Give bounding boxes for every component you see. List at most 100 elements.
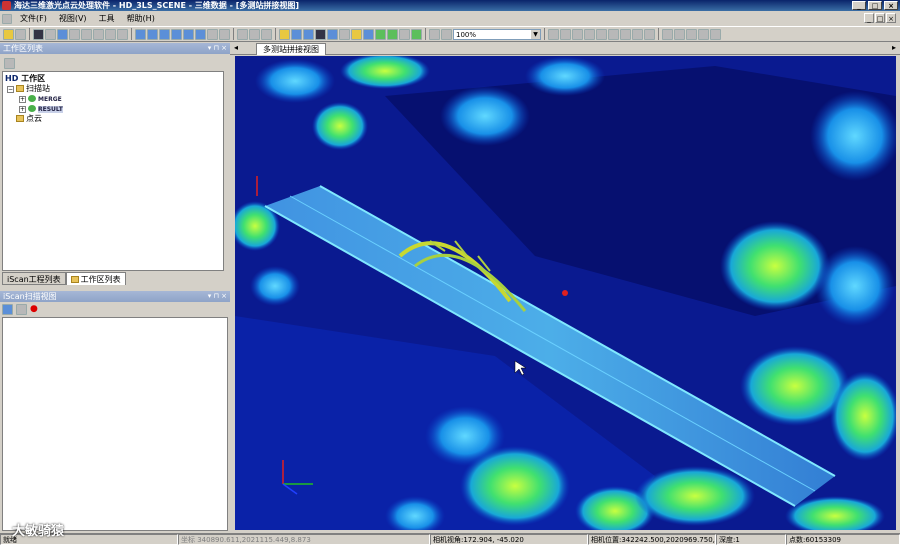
view-top-icon[interactable] <box>183 28 194 40</box>
table-icon[interactable] <box>237 28 248 40</box>
scan-view-area[interactable] <box>2 317 228 531</box>
tree-node-scan-stations[interactable]: − 扫描站 <box>7 84 50 94</box>
pin-icon[interactable]: ● <box>30 304 38 314</box>
view-right-icon[interactable] <box>171 28 182 40</box>
rotate-icon[interactable] <box>105 28 116 40</box>
menu-file[interactable]: 文件(F) <box>14 11 53 26</box>
step-first-icon[interactable] <box>572 28 583 40</box>
palette-icon[interactable] <box>339 28 350 40</box>
pause-icon[interactable] <box>608 28 619 40</box>
step-back-icon[interactable] <box>584 28 595 40</box>
mdi-close-button[interactable]: × <box>886 13 896 23</box>
refresh-icon[interactable] <box>698 28 709 40</box>
scan-view-toolbar: ● <box>0 302 232 316</box>
settings-icon[interactable] <box>662 28 673 40</box>
close-button[interactable]: × <box>884 1 898 10</box>
search-icon[interactable] <box>548 28 559 40</box>
open-folder-icon[interactable] <box>3 28 14 40</box>
link-icon[interactable] <box>429 28 440 40</box>
select-icon[interactable] <box>57 28 68 40</box>
window-controls: _ □ × <box>852 1 898 10</box>
workspace-tabs: iScan工程列表 工作区列表 <box>0 272 230 286</box>
grid-icon[interactable] <box>45 28 56 40</box>
intensity-icon[interactable] <box>363 28 374 40</box>
tab-scroll-right-icon[interactable]: ▸ <box>892 43 896 52</box>
print-icon[interactable] <box>441 28 452 40</box>
title-bar: 海达三维激光点云处理软件 - HD_3LS_SCENE - 三维数据 - [多测… <box>0 0 900 11</box>
document-tab-strip: ◂ 多测站拼接视图 ▸ <box>230 42 900 55</box>
mdi-minimize-button[interactable]: _ <box>864 13 874 23</box>
maximize-button[interactable]: □ <box>868 1 882 10</box>
main-toolbar: 100% ▼ <box>0 26 900 42</box>
measure-icon[interactable] <box>291 28 302 40</box>
window-title: 海达三维激光点云处理软件 - HD_3LS_SCENE - 三维数据 - [多测… <box>14 1 300 10</box>
tab-multi-station-view[interactable]: 多测站拼接视图 <box>256 43 326 55</box>
expand-icon[interactable]: + <box>19 106 26 113</box>
status-coords: 坐标 340890.611,2021115.449,8.873 <box>178 534 430 545</box>
folder-icon <box>16 85 24 92</box>
tree-node-point-cloud[interactable]: 点云 <box>16 114 42 124</box>
new-workspace-icon[interactable] <box>4 58 15 69</box>
export-icon[interactable] <box>686 28 697 40</box>
zoom-select[interactable]: 100% ▼ <box>453 28 541 40</box>
status-camera-position: 相机位置:342242.500,2020969.750,1410.184 <box>588 534 716 545</box>
tab-iscan-projects[interactable]: iScan工程列表 <box>2 272 66 285</box>
view-back-icon[interactable] <box>147 28 158 40</box>
workspace-tree: HD 工作区 − 扫描站 + MERGE + RESULT 点云 <box>2 71 224 271</box>
layout-icon[interactable] <box>249 28 260 40</box>
orbit-icon[interactable] <box>207 28 218 40</box>
mesh-icon[interactable] <box>411 28 422 40</box>
tree-label-merge: MERGE <box>38 96 62 103</box>
target-icon[interactable] <box>560 28 571 40</box>
matrix-icon[interactable] <box>261 28 272 40</box>
collapse-icon[interactable]: − <box>7 86 14 93</box>
point-cloud-viewport[interactable] <box>235 56 896 530</box>
rgb-icon[interactable] <box>375 28 386 40</box>
save-icon[interactable] <box>15 28 26 40</box>
app-icon <box>2 1 11 10</box>
zoom-in-icon[interactable] <box>81 28 92 40</box>
panel-controls[interactable]: ▾ ⊓ × <box>208 291 227 302</box>
workspace-panel-toolbar <box>2 56 228 70</box>
play-icon[interactable] <box>620 28 631 40</box>
rectangle-select-icon[interactable] <box>279 28 290 40</box>
folder-icon <box>16 115 24 122</box>
fit-icon[interactable] <box>117 28 128 40</box>
pan-icon[interactable] <box>69 28 80 40</box>
zoom-out-icon[interactable] <box>93 28 104 40</box>
expand-icon[interactable]: + <box>19 96 26 103</box>
station-marker <box>562 290 568 296</box>
menu-help[interactable]: 帮助(H) <box>121 11 161 26</box>
light-icon[interactable] <box>351 28 362 40</box>
crop-icon[interactable] <box>303 28 314 40</box>
tab-scroll-left-icon[interactable]: ◂ <box>234 43 238 52</box>
view-front-icon[interactable] <box>135 28 146 40</box>
help-icon[interactable] <box>710 28 721 40</box>
view-bottom-icon[interactable] <box>195 28 206 40</box>
workspace-panel-header: 工作区列表 ▾ ⊓ × <box>0 43 230 54</box>
3d-view-icon[interactable] <box>33 28 44 40</box>
step-last-icon[interactable] <box>644 28 655 40</box>
chevron-down-icon[interactable]: ▼ <box>531 29 540 39</box>
elevation-icon[interactable] <box>387 28 398 40</box>
menu-view[interactable]: 视图(V) <box>53 11 93 26</box>
scan-image-icon[interactable] <box>2 303 13 315</box>
tree-root[interactable]: HD 工作区 <box>5 74 45 84</box>
layers-icon[interactable] <box>674 28 685 40</box>
mdi-restore-button[interactable]: □ <box>875 13 885 23</box>
tab-workspace-list[interactable]: 工作区列表 <box>65 272 126 285</box>
color-icon[interactable] <box>327 28 338 40</box>
menu-tools[interactable]: 工具 <box>93 11 121 26</box>
scan-list-icon[interactable] <box>16 303 27 315</box>
minimize-button[interactable]: _ <box>852 1 866 10</box>
watermark-text: 大敏骑猿 <box>12 524 65 539</box>
menu-bar: 文件(F) 视图(V) 工具 帮助(H) _ □ × <box>0 11 900 26</box>
status-bar: 就绪 坐标 340890.611,2021115.449,8.873 相机视角:… <box>0 533 900 545</box>
play-back-icon[interactable] <box>596 28 607 40</box>
classify-icon[interactable] <box>399 28 410 40</box>
filter-icon[interactable] <box>315 28 326 40</box>
step-forward-icon[interactable] <box>632 28 643 40</box>
globe-icon[interactable] <box>219 28 230 40</box>
panel-controls[interactable]: ▾ ⊓ × <box>208 43 227 54</box>
view-left-icon[interactable] <box>159 28 170 40</box>
